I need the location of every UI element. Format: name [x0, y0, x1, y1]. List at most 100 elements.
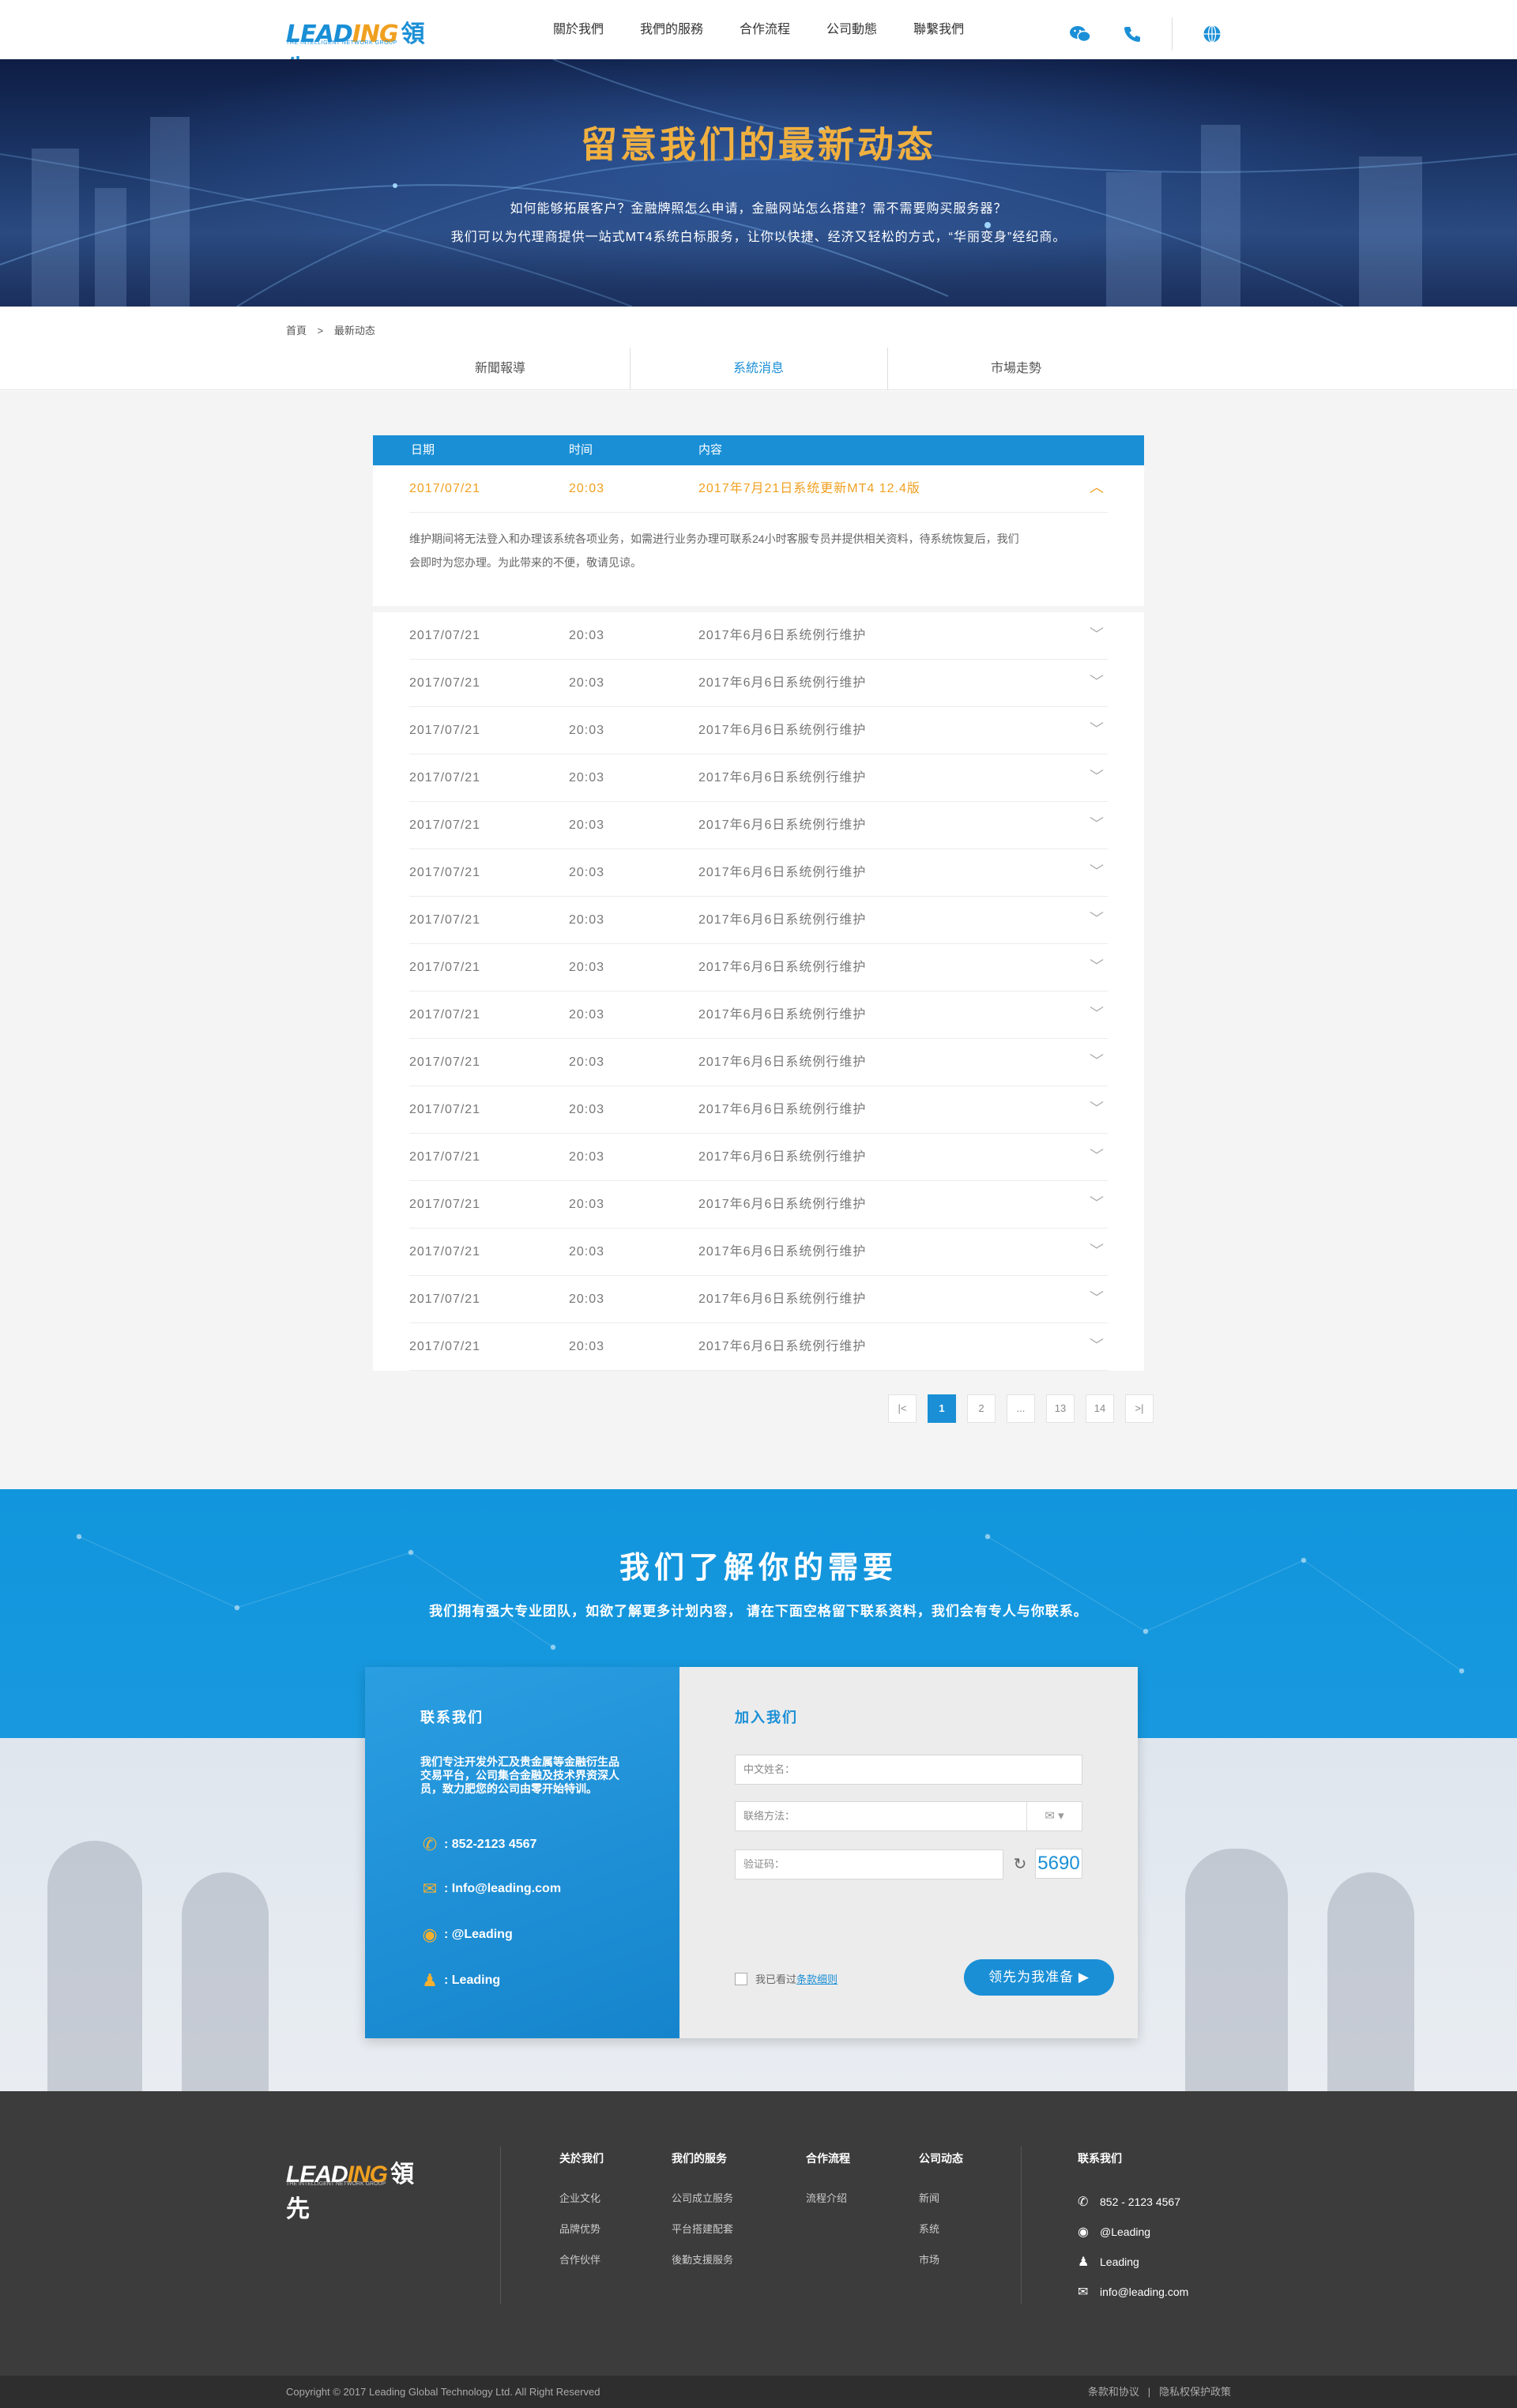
- table-row[interactable]: 2017/07/21 20:03 2017年6月6日系统例行维护 ﹀: [409, 897, 1108, 944]
- row-time: 20:03: [569, 1198, 605, 1211]
- chevron-down-icon[interactable]: ﹀: [1090, 991, 1105, 1036]
- chevron-down-icon[interactable]: ﹀: [1090, 707, 1105, 751]
- terms-link[interactable]: 条款和协议: [1088, 2386, 1139, 2398]
- pagination: |< 1 2 ... 13 14 >|: [877, 1394, 1154, 1423]
- table-row[interactable]: 2017/07/21 20:03 2017年6月6日系统例行维护 ﹀: [409, 660, 1108, 707]
- table-row[interactable]: 2017/07/21 20:03 2017年6月6日系统例行维护 ﹀: [409, 1228, 1108, 1276]
- footer-bottom-bar: Copyright © 2017 Leading Global Technolo…: [0, 2376, 1517, 2408]
- page-button-13[interactable]: 13: [1046, 1394, 1075, 1423]
- page-button-14[interactable]: 14: [1086, 1394, 1114, 1423]
- chevron-down-icon[interactable]: ﹀: [1090, 1228, 1105, 1273]
- footer-contact-title: 联系我们: [1078, 2152, 1122, 2165]
- row-content: 2017年6月6日系统例行维护: [698, 1150, 867, 1164]
- table-row-expanded[interactable]: 2017/07/21 20:03 2017年7月21日系统更新MT4 12.4版…: [409, 465, 1108, 513]
- row-time: 20:03: [569, 482, 605, 495]
- row-time: 20:03: [569, 818, 605, 832]
- nav-news[interactable]: 公司動態: [826, 0, 877, 59]
- footer-link[interactable]: 企业文化: [559, 2190, 604, 2205]
- contact-method-placeholder: 联络方法：: [743, 1810, 796, 1822]
- chevron-down-icon[interactable]: ﹀: [1090, 1181, 1105, 1225]
- submit-button[interactable]: 领先为我准备 ▶: [964, 1959, 1114, 1996]
- page-first-button[interactable]: |<: [888, 1394, 917, 1423]
- footer-link[interactable]: 公司成立服务: [672, 2190, 733, 2205]
- chevron-down-icon[interactable]: ﹀: [1090, 754, 1105, 799]
- footer-link[interactable]: 合作伙伴: [559, 2252, 604, 2267]
- terms-link[interactable]: 条款细则: [796, 1971, 838, 1986]
- row-content: 2017年6月6日系统例行维护: [698, 818, 867, 832]
- contact-email[interactable]: ✉: Info@leading.com: [420, 1879, 561, 1899]
- captcha-field[interactable]: 验证码： ↻: [735, 1849, 1026, 1879]
- name-field[interactable]: 中文姓名：: [735, 1755, 1082, 1785]
- chevron-down-icon[interactable]: ﹀: [1090, 802, 1105, 846]
- table-row[interactable]: 2017/07/21 20:03 2017年6月6日系统例行维护 ﹀: [409, 991, 1108, 1039]
- chevron-down-icon[interactable]: ﹀: [1090, 1086, 1105, 1131]
- table-row[interactable]: 2017/07/21 20:03 2017年6月6日系统例行维护 ﹀: [409, 1134, 1108, 1181]
- row-time: 20:03: [569, 724, 605, 737]
- privacy-link[interactable]: 隐私权保护政策: [1159, 2386, 1231, 2398]
- chevron-down-icon[interactable]: ﹀: [1090, 944, 1105, 988]
- banner-network-lines: [0, 59, 1517, 307]
- footer-link[interactable]: 市场: [919, 2252, 963, 2267]
- wechat-icon[interactable]: [1067, 21, 1093, 47]
- globe-icon[interactable]: [1199, 21, 1225, 47]
- footer-link[interactable]: 平台搭建配套: [672, 2221, 733, 2236]
- nav-contact[interactable]: 聯繫我們: [913, 0, 964, 59]
- chevron-down-icon[interactable]: ﹀: [1090, 660, 1105, 704]
- footer-link[interactable]: 流程介绍: [806, 2190, 850, 2205]
- chevron-down-icon[interactable]: ﹀: [1090, 612, 1105, 657]
- contact-method-field[interactable]: 联络方法： ✉ ▾: [735, 1801, 1082, 1831]
- nav-about[interactable]: 關於我們: [553, 0, 604, 59]
- footer-link[interactable]: 系统: [919, 2221, 963, 2236]
- nav-services[interactable]: 我們的服務: [640, 0, 703, 59]
- row-date: 2017/07/21: [409, 629, 481, 642]
- chevron-up-icon[interactable]: ︿: [1090, 465, 1105, 510]
- chevron-down-icon[interactable]: ﹀: [1090, 1323, 1105, 1368]
- chevron-down-icon[interactable]: ﹀: [1090, 1039, 1105, 1083]
- footer-link[interactable]: 新闻: [919, 2190, 963, 2205]
- page-last-button[interactable]: >|: [1125, 1394, 1154, 1423]
- chevron-down-icon[interactable]: ﹀: [1090, 849, 1105, 894]
- row-date: 2017/07/21: [409, 1245, 481, 1259]
- chevron-down-icon[interactable]: ﹀: [1090, 897, 1105, 941]
- table-row[interactable]: 2017/07/21 20:03 2017年6月6日系统例行维护 ﹀: [409, 612, 1108, 660]
- table-row[interactable]: 2017/07/21 20:03 2017年6月6日系统例行维护 ﹀: [409, 849, 1108, 897]
- refresh-icon[interactable]: ↻: [1004, 1850, 1036, 1879]
- mail-icon: ✉: [422, 1879, 438, 1898]
- tab-system-messages[interactable]: 系統消息: [630, 348, 887, 390]
- tab-news-reports[interactable]: 新聞報導: [371, 348, 629, 390]
- footer-divider: [1021, 2147, 1022, 2305]
- table-row[interactable]: 2017/07/21 20:03 2017年6月6日系统例行维护 ﹀: [409, 1039, 1108, 1086]
- chevron-down-icon[interactable]: ﹀: [1090, 1276, 1105, 1320]
- page-button-1[interactable]: 1: [928, 1394, 956, 1423]
- footer-logo-tagline: THE INTELLIGENT NETWORK GROUP: [286, 2181, 386, 2187]
- row-time: 20:03: [569, 629, 605, 642]
- agree-checkbox[interactable]: [735, 1972, 747, 1985]
- phone-icon[interactable]: [1120, 21, 1145, 47]
- footer-link[interactable]: 後勤支援服务: [672, 2252, 733, 2267]
- table-row[interactable]: 2017/07/21 20:03 2017年6月6日系统例行维护 ﹀: [409, 944, 1108, 991]
- contact-type-dropdown[interactable]: ✉ ▾: [1026, 1802, 1082, 1830]
- table-row[interactable]: 2017/07/21 20:03 2017年6月6日系统例行维护 ﹀: [409, 707, 1108, 754]
- row-time: 20:03: [569, 913, 605, 927]
- table-row[interactable]: 2017/07/21 20:03 2017年6月6日系统例行维护 ﹀: [409, 1181, 1108, 1228]
- contact-qq-text: : Leading: [444, 1973, 501, 1987]
- table-row[interactable]: 2017/07/21 20:03 2017年6月6日系统例行维护 ﹀: [409, 1276, 1108, 1323]
- breadcrumb-home[interactable]: 首頁: [286, 325, 307, 337]
- row-date: 2017/07/21: [409, 818, 481, 832]
- contact-phone-text: : 852-2123 4567: [444, 1838, 537, 1851]
- nav-process[interactable]: 合作流程: [740, 0, 790, 59]
- page-button-2[interactable]: 2: [967, 1394, 996, 1423]
- row-time: 20:03: [569, 1055, 605, 1069]
- table-header: 日期 时间 内容: [373, 435, 1144, 465]
- table-row[interactable]: 2017/07/21 20:03 2017年6月6日系统例行维护 ﹀: [409, 1323, 1108, 1371]
- table-row[interactable]: 2017/07/21 20:03 2017年6月6日系统例行维护 ﹀: [409, 754, 1108, 802]
- table-row[interactable]: 2017/07/21 20:03 2017年6月6日系统例行维护 ﹀: [409, 1086, 1108, 1134]
- table-row[interactable]: 2017/07/21 20:03 2017年6月6日系统例行维护 ﹀: [409, 802, 1108, 849]
- footer-link[interactable]: 品牌优势: [559, 2221, 604, 2236]
- footer-logo[interactable]: LEADING 領先 THE INTELLIGENT NETWORK GROUP: [286, 2154, 428, 2222]
- logo[interactable]: LEADING領先 THE INTELLIGENT NETWORK GROUP: [286, 14, 428, 82]
- chevron-down-icon[interactable]: ﹀: [1090, 1134, 1105, 1178]
- footer-email[interactable]: ✉ info@leading.com: [1078, 2277, 1188, 2307]
- footer-wechat: ◉ @Leading: [1078, 2217, 1188, 2247]
- tab-market-trends[interactable]: 市場走勢: [887, 348, 1145, 390]
